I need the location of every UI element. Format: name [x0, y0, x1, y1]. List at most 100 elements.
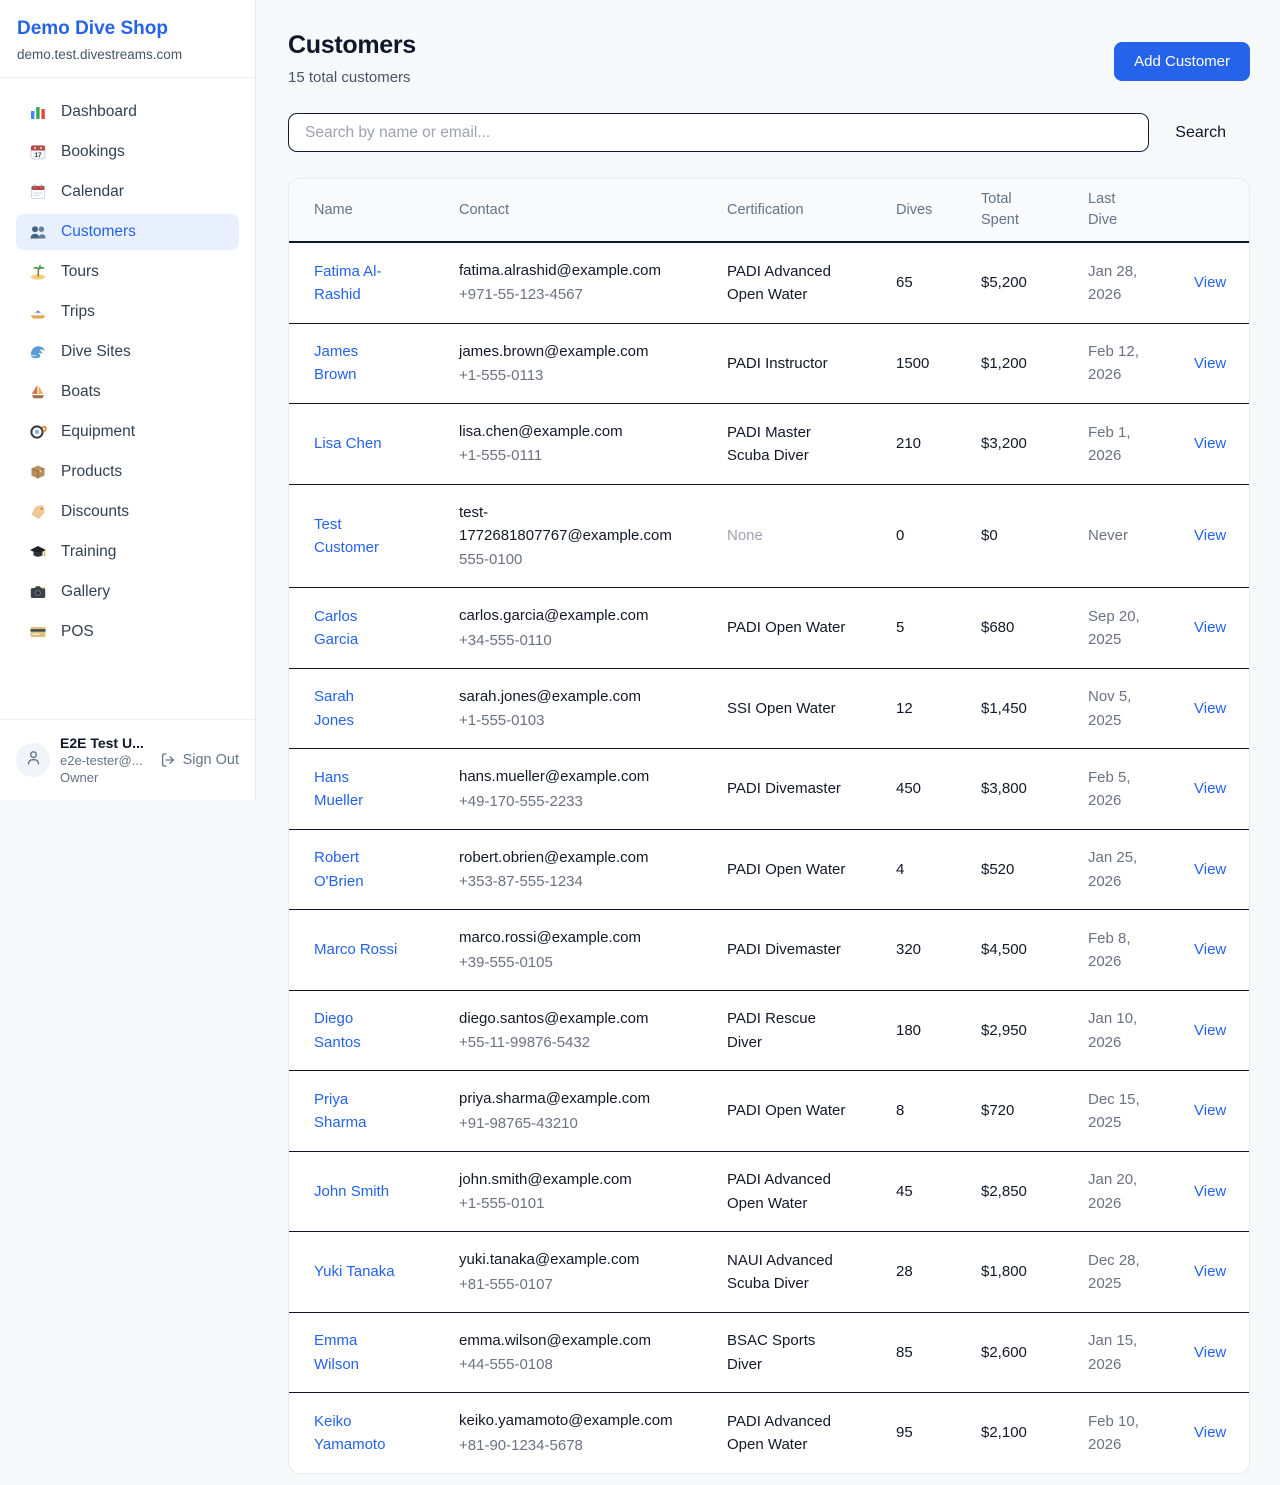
view-link[interactable]: View [1194, 780, 1226, 797]
customer-name-link[interactable]: Emma Wilson [314, 1329, 398, 1376]
view-link[interactable]: View [1194, 1183, 1226, 1200]
sign-out-button[interactable]: Sign Out [160, 752, 239, 768]
view-link[interactable]: View [1194, 700, 1226, 717]
view-link[interactable]: View [1194, 1102, 1226, 1119]
customer-name-link[interactable]: Marco Rossi [314, 938, 397, 961]
diving-mask-icon [28, 423, 48, 441]
speedboat-icon [28, 303, 48, 321]
view-link[interactable]: View [1194, 355, 1226, 372]
customer-phone: +81-90-1234-5678 [459, 1434, 695, 1457]
customer-total-spent: $4,500 [965, 910, 1072, 991]
customer-last-dive: Feb 1, 2026 [1088, 421, 1162, 468]
customer-name-link[interactable]: Yuki Tanaka [314, 1260, 395, 1283]
search-input[interactable] [288, 113, 1149, 152]
view-link[interactable]: View [1194, 435, 1226, 452]
customer-dives: 210 [880, 404, 965, 485]
view-link[interactable]: View [1194, 861, 1226, 878]
table-row: Hans Mueller hans.mueller@example.com +4… [289, 749, 1250, 830]
sidebar-item-dive-sites[interactable]: Dive Sites [16, 334, 239, 370]
customer-name-link[interactable]: James Brown [314, 340, 398, 387]
sidebar-item-calendar[interactable]: Calendar [16, 174, 239, 210]
tag-icon [28, 503, 48, 521]
sidebar-item-products[interactable]: Products [16, 454, 239, 490]
customer-name-link[interactable]: Lisa Chen [314, 432, 382, 455]
customer-phone: +55-11-99876-5432 [459, 1031, 695, 1054]
customer-last-dive: Feb 12, 2026 [1088, 340, 1162, 387]
sidebar-item-dashboard[interactable]: Dashboard [16, 94, 239, 130]
user-email: e2e-tester@... [60, 753, 150, 768]
customer-name-link[interactable]: Hans Mueller [314, 766, 398, 813]
page-title: Customers [288, 31, 416, 60]
customer-name-link[interactable]: Test Customer [314, 513, 398, 560]
customer-last-dive: Jan 25, 2026 [1088, 846, 1162, 893]
view-link[interactable]: View [1194, 1263, 1226, 1280]
column-header-total-spent: Total Spent [965, 179, 1072, 242]
customer-last-dive: Jan 15, 2026 [1088, 1329, 1162, 1376]
customer-phone: +34-555-0110 [459, 629, 695, 652]
sidebar-item-discounts[interactable]: Discounts [16, 494, 239, 530]
view-link[interactable]: View [1194, 1424, 1226, 1441]
user-info: E2E Test U... e2e-tester@... Owner [60, 735, 150, 785]
customer-name-link[interactable]: Keiko Yamamoto [314, 1410, 398, 1457]
sidebar-item-bookings[interactable]: 17 Bookings [16, 134, 239, 170]
customer-name-link[interactable]: Diego Santos [314, 1007, 398, 1054]
bar-chart-icon [28, 103, 48, 121]
sidebar-item-equipment[interactable]: Equipment [16, 414, 239, 450]
view-link[interactable]: View [1194, 1022, 1226, 1039]
customer-email: diego.santos@example.com [459, 1007, 683, 1030]
customer-email: john.smith@example.com [459, 1168, 683, 1191]
sidebar-item-tours[interactable]: Tours [16, 254, 239, 290]
view-link[interactable]: View [1194, 527, 1226, 544]
view-link[interactable]: View [1194, 1344, 1226, 1361]
customer-total-spent: $1,200 [965, 323, 1072, 404]
view-link[interactable]: View [1194, 274, 1226, 291]
sidebar-item-boats[interactable]: Boats [16, 374, 239, 410]
customer-name-link[interactable]: Priya Sharma [314, 1088, 398, 1135]
view-link[interactable]: View [1194, 619, 1226, 636]
customer-name-link[interactable]: Carlos Garcia [314, 605, 398, 652]
customer-certification: PADI Open Water [727, 1099, 845, 1122]
customer-dives: 450 [880, 749, 965, 830]
shop-title: Demo Dive Shop [17, 18, 238, 40]
customer-email: robert.obrien@example.com [459, 846, 683, 869]
customer-count: 15 total customers [288, 69, 416, 86]
customer-email: fatima.alrashid@example.com [459, 259, 683, 282]
search-button[interactable]: Search [1149, 124, 1250, 142]
customer-name-link[interactable]: Sarah Jones [314, 685, 398, 732]
table-row: Robert O'Brien robert.obrien@example.com… [289, 829, 1250, 910]
add-customer-button[interactable]: Add Customer [1114, 42, 1250, 81]
customer-phone: +1-555-0103 [459, 709, 695, 732]
sidebar-item-training[interactable]: Training [16, 534, 239, 570]
customer-total-spent: $3,800 [965, 749, 1072, 830]
customer-phone: +81-555-0107 [459, 1273, 695, 1296]
customer-name-link[interactable]: John Smith [314, 1180, 389, 1203]
customers-table: Name Contact Certification Dives Total S… [289, 179, 1250, 1473]
main-content: Customers 15 total customers Add Custome… [256, 0, 1280, 1474]
customer-total-spent: $2,100 [965, 1393, 1072, 1473]
customer-certification: PADI Rescue Diver [727, 1007, 847, 1054]
customer-total-spent: $2,950 [965, 990, 1072, 1071]
table-row: Keiko Yamamoto keiko.yamamoto@example.co… [289, 1393, 1250, 1473]
customer-name-link[interactable]: Fatima Al-Rashid [314, 260, 398, 307]
sidebar-item-pos[interactable]: POS [16, 614, 239, 650]
table-row: Carlos Garcia carlos.garcia@example.com … [289, 588, 1250, 669]
customer-phone: +91-98765-43210 [459, 1112, 695, 1135]
customer-name-link[interactable]: Robert O'Brien [314, 846, 398, 893]
sidebar-item-gallery[interactable]: Gallery [16, 574, 239, 610]
customer-email: sarah.jones@example.com [459, 685, 683, 708]
customer-certification: PADI Open Water [727, 616, 845, 639]
customer-dives: 1500 [880, 323, 965, 404]
customer-email: james.brown@example.com [459, 340, 683, 363]
view-link[interactable]: View [1194, 941, 1226, 958]
svg-text:17: 17 [34, 152, 42, 159]
customer-last-dive: Jan 10, 2026 [1088, 1007, 1162, 1054]
table-row: Fatima Al-Rashid fatima.alrashid@example… [289, 242, 1250, 323]
sidebar-item-customers[interactable]: Customers [16, 214, 239, 250]
customer-dives: 85 [880, 1312, 965, 1393]
column-header-contact: Contact [443, 179, 711, 242]
customer-phone: +49-170-555-2233 [459, 790, 695, 813]
customer-email: yuki.tanaka@example.com [459, 1248, 683, 1271]
customer-email: keiko.yamamoto@example.com [459, 1409, 683, 1432]
sidebar-item-trips[interactable]: Trips [16, 294, 239, 330]
customer-last-dive: Jan 20, 2026 [1088, 1168, 1162, 1215]
